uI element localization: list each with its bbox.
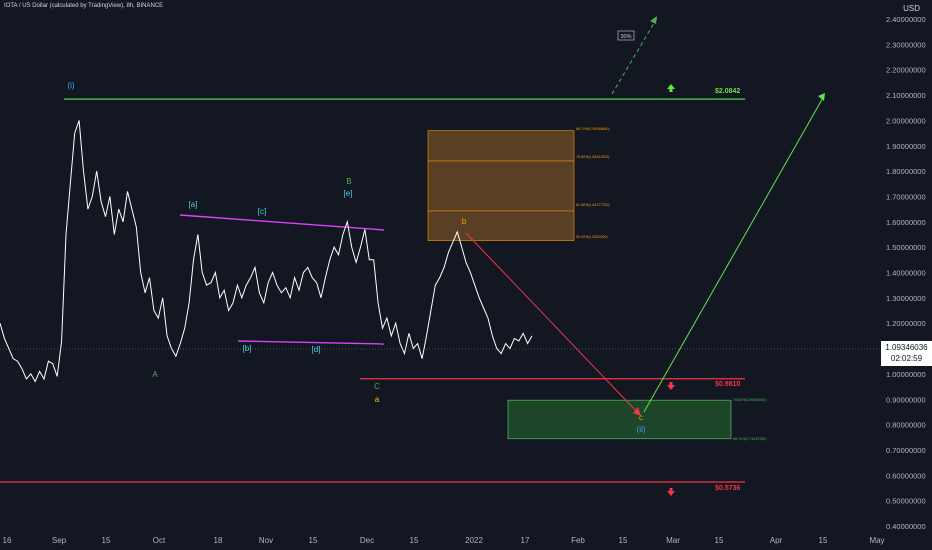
support-level-label: $0.9810 (715, 381, 740, 388)
y-tick-label: 1.80000000 (886, 167, 926, 176)
y-tick-label: 1.20000000 (886, 319, 926, 328)
currency-label[interactable]: USD (903, 4, 920, 13)
y-tick-label: 0.90000000 (886, 395, 926, 404)
current-price-badge: 1.09346036 02:02:59 (881, 341, 932, 366)
down-arrow-icon (667, 488, 675, 496)
y-tick-label: 0.60000000 (886, 471, 926, 480)
wedge-lower-line (237, 340, 385, 345)
wave-label: [d] (312, 345, 321, 354)
dashed-projection-line (611, 17, 658, 95)
dashed-projection-arrowhead (650, 16, 657, 24)
y-tick-label: 0.40000000 (886, 522, 926, 531)
x-tick-label: Mar (666, 536, 680, 545)
y-tick-label: 1.50000000 (886, 243, 926, 252)
y-axis: 2.40000000 2.30000000 2.20000000 2.10000000… (886, 15, 926, 531)
y-tick-label: 2.10000000 (886, 91, 926, 100)
x-tick-label: 17 (521, 536, 530, 545)
fib-label: 61.80%(1.64277760) (576, 203, 610, 207)
wave-label: c (639, 413, 643, 422)
resistance-level-label: $2.0842 (715, 88, 740, 95)
current-price-value: 1.09346036 (885, 343, 928, 352)
y-tick-label: 1.70000000 (886, 192, 926, 201)
fib-support-zone (507, 399, 732, 440)
x-tick-label: 2022 (465, 536, 483, 545)
price-chart[interactable]: 2.40000000 2.30000000 2.20000000 2.10000000… (0, 0, 932, 550)
wedge-upper-line (179, 214, 385, 231)
x-axis: 16 Sep 15 Oct 18 Nov 15 Dec 15 2022 17 Feb 15 Mar 15 Ap… (3, 536, 885, 545)
y-tick-label: 2.30000000 (886, 40, 926, 49)
down-arrow-icon (667, 382, 675, 390)
y-tick-label: 1.00000000 (886, 370, 926, 379)
fib-label: 50.00%(1.5260000) (576, 235, 608, 239)
x-tick-label: Sep (52, 536, 67, 545)
x-tick-label: 15 (309, 536, 318, 545)
wave-label: A (152, 370, 158, 379)
projection-down-line (465, 232, 639, 414)
fib-resistance-zone (427, 130, 575, 241)
wave-label: [b] (243, 344, 252, 353)
percent-label: 30% (620, 34, 631, 40)
wave-label: a (375, 395, 380, 404)
symbol-header: IOTA / US Dollar (calculated by TradingV… (4, 3, 164, 9)
x-tick-label: 15 (819, 536, 828, 545)
x-tick-label: 16 (3, 536, 12, 545)
y-tick-label: 1.40000000 (886, 269, 926, 278)
x-tick-label: 18 (214, 536, 223, 545)
y-tick-label: 1.90000000 (886, 142, 926, 151)
fib-label: 78.60%(1.84011520) (576, 155, 609, 159)
wave-label: [a] (189, 200, 198, 209)
y-tick-label: 1.60000000 (886, 218, 926, 227)
x-tick-label: Nov (259, 536, 273, 545)
x-tick-label: Apr (770, 536, 783, 545)
x-tick-label: 15 (410, 536, 419, 545)
wave-label: [e] (344, 189, 353, 198)
bar-countdown: 02:02:59 (890, 354, 923, 363)
x-tick-label: Dec (360, 536, 374, 545)
x-tick-label: 15 (102, 536, 111, 545)
x-tick-label: 15 (619, 536, 628, 545)
y-tick-label: 2.00000000 (886, 116, 926, 125)
y-tick-label: 2.20000000 (886, 66, 926, 75)
y-tick-label: 0.70000000 (886, 446, 926, 455)
wave-label: b (462, 217, 467, 226)
y-tick-label: 0.80000000 (886, 421, 926, 430)
y-tick-label: 2.40000000 (886, 15, 926, 24)
x-tick-label: Feb (571, 536, 585, 545)
wave-label: [c] (258, 207, 266, 216)
wave-label: B (346, 177, 351, 186)
up-arrow-icon (667, 84, 675, 92)
y-tick-label: 0.50000000 (886, 497, 926, 506)
projection-up-line (643, 95, 825, 413)
fib-label: 78.60%(0.89606840) (733, 398, 767, 402)
x-tick-label: May (869, 536, 884, 545)
x-tick-label: Oct (153, 536, 166, 545)
wave-label: C (374, 382, 380, 391)
wave-label: (i) (67, 81, 74, 90)
y-tick-label: 1.30000000 (886, 294, 926, 303)
low-support-level-label: $0.5736 (715, 485, 740, 492)
fib-label: 88.70%(0.74429780) (733, 437, 767, 441)
fib-label: 88.70%(1.95955840) (576, 127, 610, 131)
wave-label: (ii) (637, 425, 646, 434)
x-tick-label: 15 (715, 536, 724, 545)
